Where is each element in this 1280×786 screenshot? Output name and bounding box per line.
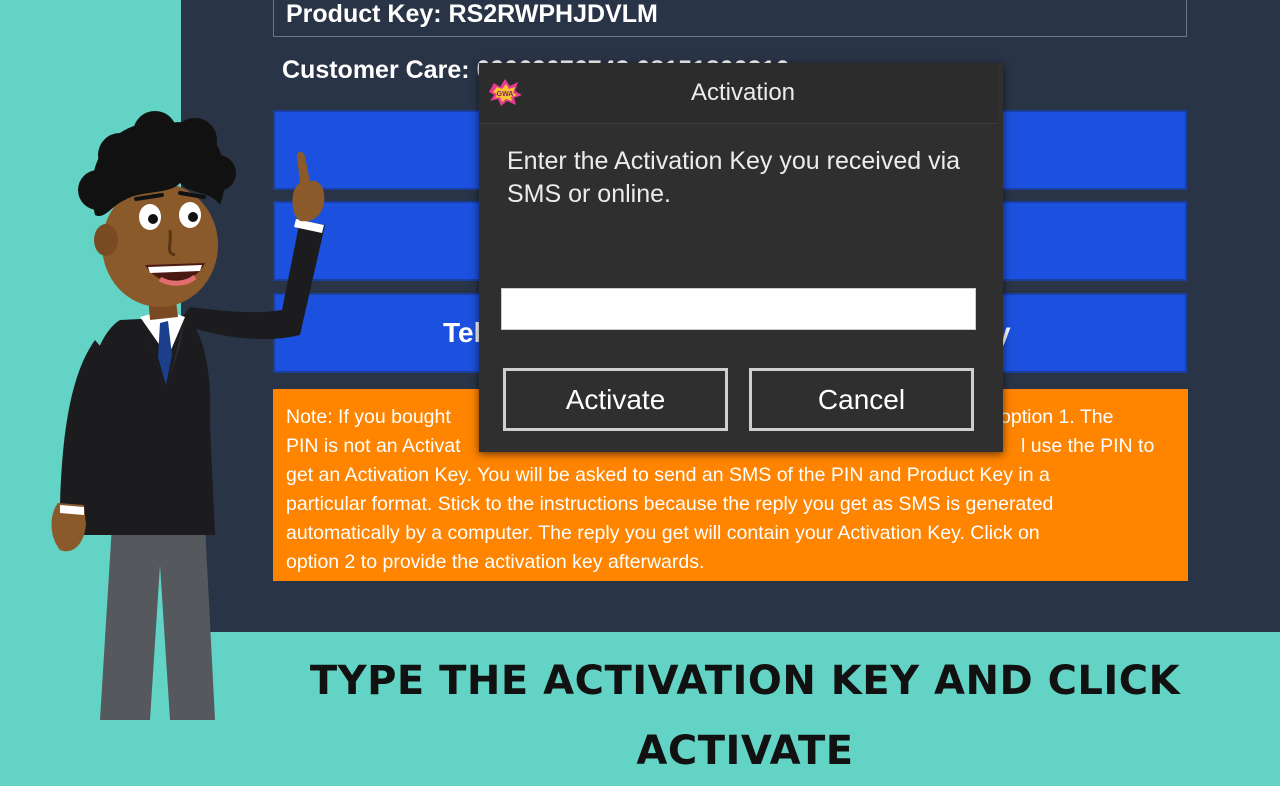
option-3-label-left: Tel bbox=[443, 317, 482, 348]
dialog-title: Activation bbox=[690, 79, 796, 106]
note-line-3: get an Activation Key. You will be asked… bbox=[286, 464, 1050, 486]
product-key-label: Product Key: RS2RWPHJDVLM bbox=[286, 0, 658, 28]
dialog-titlebar[interactable]: GWA Activation bbox=[479, 63, 997, 124]
note-line-6: option 2 to provide the activation key a… bbox=[286, 551, 705, 573]
activation-key-input[interactable] bbox=[501, 288, 976, 330]
cancel-button[interactable]: Cancel bbox=[749, 368, 974, 431]
activation-dialog: GWA Activation Enter the Activation Key … bbox=[479, 63, 1003, 452]
presenter-character-illustration bbox=[51, 111, 325, 720]
activate-button[interactable]: Activate bbox=[503, 368, 728, 431]
note-line-5: automatically by a computer. The reply y… bbox=[286, 522, 1040, 544]
note-line-4: particular format. Stick to the instruct… bbox=[286, 493, 1054, 515]
instruction-caption: TYPE THE ACTIVATION KEY AND CLICK ACTIVA… bbox=[309, 658, 1181, 774]
note-line-2-right: l use the PIN to bbox=[1021, 435, 1155, 457]
note-line-1-right: option 1. The bbox=[1000, 406, 1114, 428]
dialog-message: Enter the Activation Key you received vi… bbox=[507, 147, 961, 208]
